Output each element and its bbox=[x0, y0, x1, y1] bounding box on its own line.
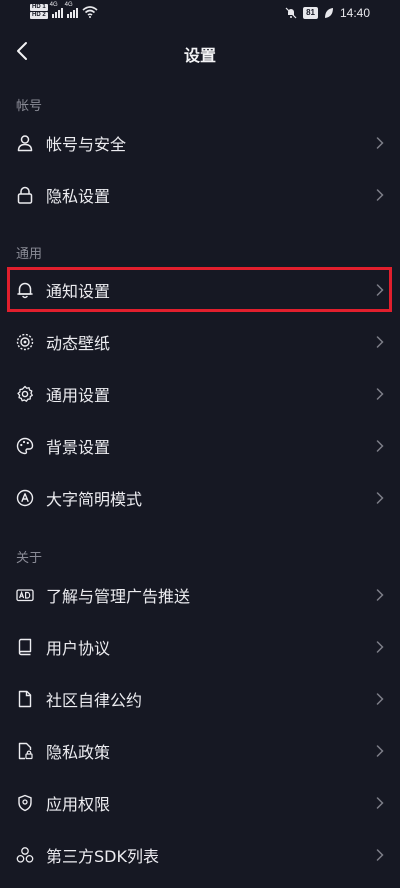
settings-item-label: 社区自律公约 bbox=[46, 691, 143, 710]
page-title: 设置 bbox=[183, 46, 216, 65]
settings-item-app-permissions[interactable]: 应用权限 bbox=[0, 777, 400, 829]
settings-item-account-security[interactable]: 帐号与安全 bbox=[0, 117, 400, 169]
user-icon bbox=[17, 135, 33, 152]
wifi-icon bbox=[82, 5, 98, 18]
network-type-1: 4G bbox=[49, 1, 58, 8]
highlight-box bbox=[7, 267, 392, 312]
hd1-badge: HD 1 bbox=[30, 4, 48, 11]
settings-item-label: 背景设置 bbox=[46, 438, 111, 457]
mute-bell-icon bbox=[285, 7, 297, 19]
hd2-badge: HD 2 bbox=[30, 12, 48, 19]
settings-item-label: 了解与管理广告推送 bbox=[46, 587, 191, 606]
network-type-2: 4G bbox=[64, 1, 73, 8]
chevron-right-icon bbox=[376, 641, 384, 653]
chevron-right-icon bbox=[376, 745, 384, 757]
signal-1-icon: 4G bbox=[50, 2, 63, 18]
chevron-right-icon bbox=[376, 492, 384, 504]
settings-item-label: 用户协议 bbox=[46, 639, 111, 658]
chevron-right-icon bbox=[376, 388, 384, 400]
chevron-right-icon bbox=[376, 849, 384, 861]
settings-item-community-guidelines[interactable]: 社区自律公约 bbox=[0, 673, 400, 725]
chevron-right-icon bbox=[376, 189, 384, 201]
settings-item-privacy-settings[interactable]: 隐私设置 bbox=[0, 169, 400, 221]
settings-item-live-wallpaper[interactable]: 动态壁纸 bbox=[0, 316, 400, 368]
chevron-right-icon bbox=[376, 797, 384, 809]
settings-item-privacy-policy[interactable]: 隐私政策 bbox=[0, 725, 400, 777]
settings-item-background-settings[interactable]: 背景设置 bbox=[0, 420, 400, 472]
section-label-account: 帐号 bbox=[16, 99, 43, 114]
status-bar: HD 1 HD 2 4G 4G 81 14:40 bbox=[0, 0, 400, 30]
settings-item-ad-management[interactable]: 了解与管理广告推送 bbox=[0, 569, 400, 621]
chevron-right-icon bbox=[376, 336, 384, 348]
nav-bar: 设置 bbox=[0, 30, 400, 76]
status-bar-right: 81 14:40 bbox=[285, 6, 370, 20]
hd-indicators: HD 1 HD 2 bbox=[30, 4, 48, 19]
status-bar-left: HD 1 HD 2 4G 4G bbox=[30, 2, 98, 19]
chevron-right-icon bbox=[376, 440, 384, 452]
lock-icon bbox=[17, 186, 33, 204]
font-a-icon bbox=[16, 489, 34, 507]
settings-item-label: 通用设置 bbox=[46, 386, 111, 405]
chevron-right-icon bbox=[376, 693, 384, 705]
palette-icon bbox=[16, 437, 34, 455]
settings-item-label: 帐号与安全 bbox=[46, 135, 127, 154]
live-wallpaper-icon bbox=[16, 333, 34, 351]
settings-item-label: 第三方SDK列表 bbox=[46, 847, 159, 866]
settings-item-large-font-mode[interactable]: 大字简明模式 bbox=[0, 472, 400, 524]
shield-icon bbox=[18, 794, 32, 812]
sdk-icon bbox=[16, 847, 34, 863]
settings-item-label: 隐私设置 bbox=[46, 187, 111, 206]
section-label-about: 关于 bbox=[16, 551, 43, 566]
gear-icon bbox=[17, 385, 33, 402]
signal-2-icon: 4G bbox=[65, 2, 78, 18]
leaf-icon bbox=[324, 8, 333, 18]
settings-item-user-agreement[interactable]: 用户协议 bbox=[0, 621, 400, 673]
section-label-general: 通用 bbox=[16, 247, 43, 262]
settings-item-third-party-sdk[interactable]: 第三方SDK列表 bbox=[0, 829, 400, 881]
settings-item-general-settings[interactable]: 通用设置 bbox=[0, 368, 400, 420]
ad-icon bbox=[16, 589, 34, 602]
chevron-right-icon bbox=[376, 137, 384, 149]
battery-indicator: 81 bbox=[303, 7, 318, 19]
settings-item-label: 应用权限 bbox=[46, 795, 111, 814]
settings-item-label: 动态壁纸 bbox=[46, 334, 111, 353]
clock-time: 14:40 bbox=[339, 6, 370, 20]
chevron-right-icon bbox=[376, 589, 384, 601]
privacy-doc-icon bbox=[18, 742, 33, 760]
settings-item-label: 隐私政策 bbox=[46, 743, 111, 762]
document-icon bbox=[18, 690, 32, 708]
settings-item-label: 大字简明模式 bbox=[46, 490, 143, 509]
book-icon bbox=[18, 638, 32, 656]
